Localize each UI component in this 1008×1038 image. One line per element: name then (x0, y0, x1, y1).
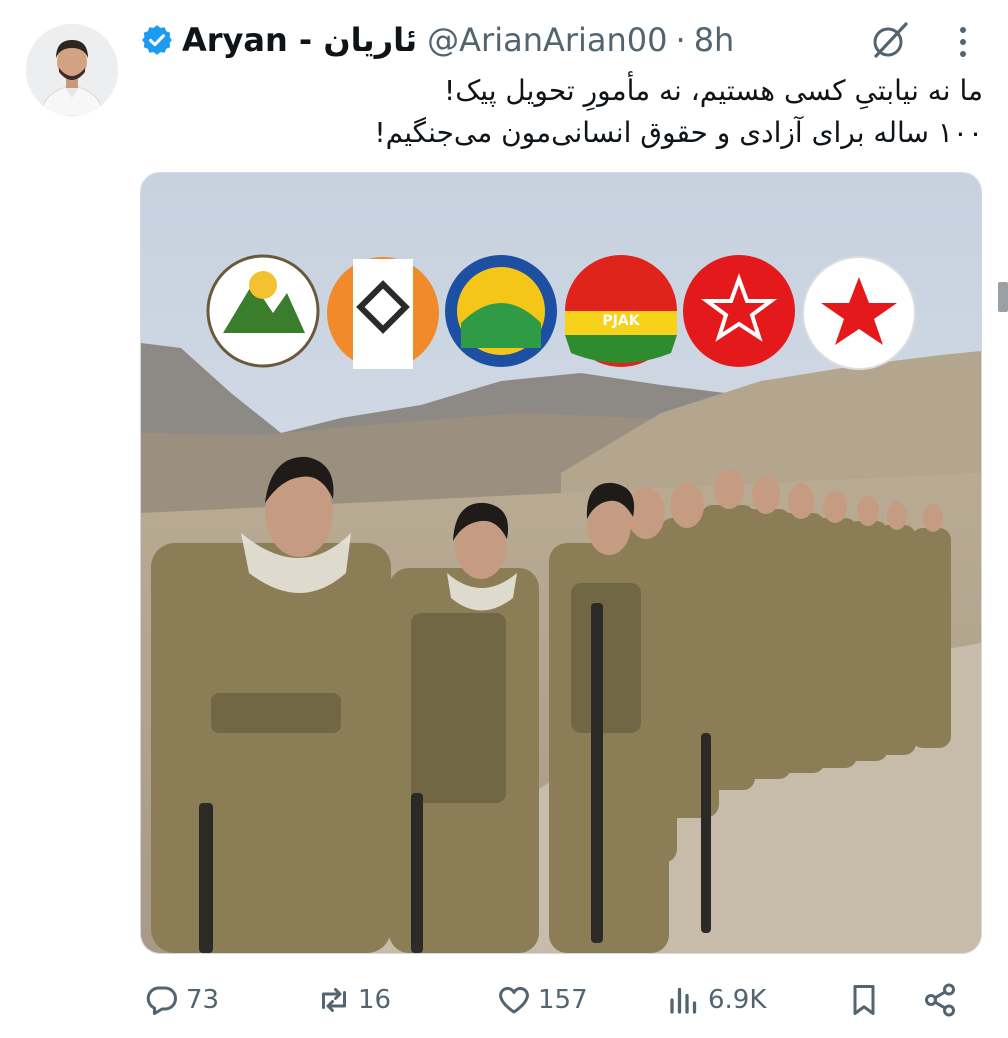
reply-icon (146, 986, 177, 1015)
tweet-actions: 73 16 157 6.9K (140, 975, 980, 1025)
bookmark-button[interactable] (846, 975, 888, 1025)
tweet-text: ما نه نیابتیِ کسی هستیم، نه مأمورِ تحویل… (300, 70, 983, 154)
more-icon (960, 27, 966, 57)
avatar[interactable] (26, 24, 118, 116)
share-button[interactable] (922, 975, 964, 1025)
verified-badge-icon (142, 25, 172, 55)
like-icon (499, 986, 529, 1014)
tweet-header: Aryan - ئاریان @ArianArian00 · 8h (140, 18, 734, 62)
bookmark-icon (853, 985, 875, 1015)
repost-icon (322, 988, 346, 1012)
separator-dot: · (675, 21, 686, 59)
reply-button[interactable]: 73 (144, 975, 219, 1025)
like-button[interactable]: 157 (496, 975, 588, 1025)
reply-count: 73 (186, 985, 220, 1015)
author-name[interactable]: Aryan - ئاریان (182, 21, 417, 59)
author-handle[interactable]: @ArianArian00 (427, 21, 667, 59)
repost-button[interactable]: 16 (316, 975, 391, 1025)
tweet-image-graphic: PJAK (141, 173, 981, 953)
grok-button[interactable] (868, 18, 912, 62)
more-button[interactable] (950, 24, 976, 60)
repost-count: 16 (358, 985, 392, 1015)
tweet-text-line: ۱۰۰ ساله برای آزادی و حقوق انسانی‌مون می… (374, 116, 983, 149)
views-button[interactable]: 6.9K (666, 975, 766, 1025)
grok-icon (873, 22, 908, 58)
views-count: 6.9K (708, 985, 767, 1015)
tweet-image[interactable]: PJAK (140, 172, 982, 954)
svg-text:PJAK: PJAK (602, 313, 640, 329)
scrollbar-thumb[interactable] (998, 282, 1008, 312)
views-icon (670, 987, 697, 1014)
timestamp[interactable]: 8h (694, 21, 735, 59)
avatar-photo (26, 24, 118, 116)
tweet-text-line: ما نه نیابتیِ کسی هستیم، نه مأمورِ تحویل… (443, 74, 983, 107)
share-icon (925, 983, 955, 1017)
like-count: 157 (538, 985, 588, 1015)
